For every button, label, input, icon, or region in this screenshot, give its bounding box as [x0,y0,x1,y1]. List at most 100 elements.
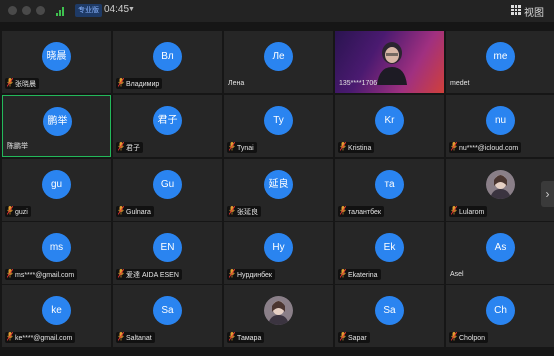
participant-name: Tynai [237,145,254,152]
zoom-window-button[interactable] [36,6,45,15]
close-window-button[interactable] [8,6,17,15]
participant-tile[interactable]: Вл Владимир [113,31,222,93]
participant-name-label: Lularom [449,206,488,217]
avatar: ms [42,233,71,262]
avatar-photo [486,170,515,199]
participant-name: 爱達 AIDA ESEN [126,272,179,279]
participant-name-label: 张晓晨 [5,78,39,89]
mic-muted-icon [340,332,348,342]
participant-tile[interactable]: As Asel [446,222,554,284]
participant-name-label: Tynai [227,142,257,153]
avatar: me [486,42,515,71]
mic-muted-icon [340,206,348,216]
avatar: EN [153,233,182,262]
participant-name: Владимир [126,81,160,88]
participant-name-label: Владимир [116,78,163,89]
participant-name: Cholpon [459,335,486,342]
participant-tile[interactable]: Ну Нурдинбек [224,222,333,284]
participant-tile[interactable]: 君子 君子 [113,95,222,157]
participant-tile[interactable]: Lularom [446,159,554,221]
avatar: As [486,233,515,262]
next-page-chevron-right-icon[interactable]: › [541,181,554,207]
participant-tile[interactable]: Тамара [224,285,333,347]
participant-tile[interactable]: 延良张延良 [224,159,333,221]
participant-name-label: Saltanat [116,332,155,343]
participant-name-label: Тамара [227,332,265,343]
participant-name: Saltanat [126,335,152,342]
mic-muted-icon [7,269,15,279]
participant-name: medet [450,80,470,87]
participant-name-label: 爱達 AIDA ESEN [116,269,182,280]
participant-name: 张延良 [237,209,258,216]
participant-tile[interactable]: Gu Gulnara [113,159,222,221]
participant-name: талантбек [348,209,381,216]
view-button[interactable]: 视图 [524,4,544,19]
participant-tile[interactable]: Kr Kristina [335,95,444,157]
avatar: Sa [375,296,404,325]
participant-name: 张晓晨 [15,81,36,88]
participant-tile[interactable]: Ty Tynai [224,95,333,157]
participant-name-label: 陈鹏举 [6,141,31,152]
participant-name-label: 君子 [116,142,143,153]
mic-muted-icon [229,206,237,216]
participant-name-label: Kristina [338,142,375,153]
participant-name: Lularom [459,209,485,216]
participant-tile[interactable]: та талантбек [335,159,444,221]
avatar: ke [42,296,71,325]
participant-name: Нурдинбек [237,272,272,279]
meeting-window: 专业版 04:45 ▼ 视图 晓晨 张晓晨 Вл Владимир Ле Лена 135*… [0,0,554,356]
participant-tile[interactable]: Ch Cholpon [446,285,554,347]
signal-strength-icon[interactable] [56,6,66,16]
mic-muted-icon [229,269,237,279]
minimize-window-button[interactable] [22,6,31,15]
avatar: Gu [153,170,182,199]
participant-name-label: guzi [5,206,31,217]
participant-name-label: Ekaterina [338,269,381,280]
mic-muted-icon [451,142,459,152]
mic-muted-icon [451,206,459,216]
participant-tile[interactable]: 晓晨张晓晨 [2,31,111,93]
participant-name: 陈鹏举 [7,143,28,150]
avatar: Ch [486,296,515,325]
grid-view-icon[interactable] [511,5,521,15]
participant-name: nu****@icloud.com [459,145,519,152]
participant-name-label: ms****@gmail.com [5,269,78,280]
avatar: та [375,170,404,199]
participant-tile[interactable]: EN 爱達 AIDA ESEN [113,222,222,284]
avatar: Kr [375,106,404,135]
participant-tile[interactable]: nu nu****@icloud.com [446,95,554,157]
avatar: 晓晨 [42,42,71,71]
participant-tile[interactable]: me medet [446,31,554,93]
mic-muted-icon [340,269,348,279]
meeting-timer: 04:45 [104,4,130,15]
participant-name: ke****@gmail.com [15,335,73,342]
participant-tile[interactable]: Sa Saltanat [113,285,222,347]
mic-muted-icon [7,332,15,342]
participant-tile[interactable]: Ле Лена [224,31,333,93]
participant-name: Kristina [348,145,372,152]
participant-tile[interactable]: 鹏举 陈鹏举 [2,95,111,157]
mic-muted-icon [118,78,126,88]
mic-muted-icon [451,332,459,342]
participant-name: guzi [15,209,28,216]
participant-tile[interactable]: ke ke****@gmail.com [2,285,111,347]
avatar: 君子 [153,106,182,135]
avatar: gu [42,170,71,199]
participant-tile[interactable]: Ek Ekaterina [335,222,444,284]
mic-muted-icon [118,206,126,216]
participant-name-label: ke****@gmail.com [5,332,76,343]
title-bar: 专业版 04:45 ▼ 视图 [0,0,554,22]
timer-dropdown-icon[interactable]: ▼ [128,6,135,13]
participant-tile[interactable]: 135****1706 [335,31,444,93]
participant-tile[interactable]: gu guzi [2,159,111,221]
participant-tile[interactable]: ms ms****@gmail.com [2,222,111,284]
mic-muted-icon [7,206,15,216]
avatar: Ek [375,233,404,262]
participant-tile[interactable]: Sa Sapar [335,285,444,347]
participant-name-label: 135****1706 [338,78,380,89]
participant-name-label: талантбек [338,206,384,217]
avatar-photo [264,296,293,325]
participant-name-label: Нурдинбек [227,269,275,280]
participant-name-label: medet [449,78,472,89]
avatar: 延良 [264,170,293,199]
